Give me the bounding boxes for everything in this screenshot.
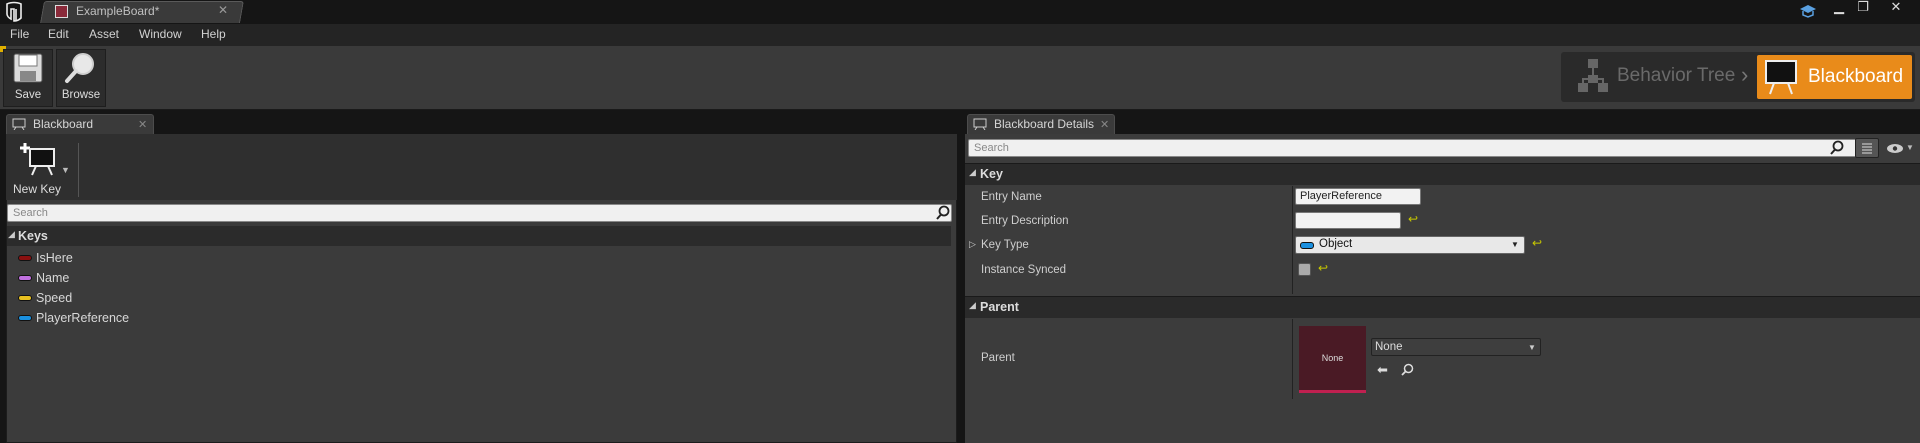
learn-icon[interactable]: [1799, 3, 1817, 19]
parent-column-divider: [1292, 319, 1293, 399]
menu-help[interactable]: Help: [201, 27, 226, 41]
menu-window[interactable]: Window: [139, 27, 182, 41]
keys-collapse-arrow-icon[interactable]: ◢: [8, 229, 15, 240]
blackboard-tab-close-icon[interactable]: ✕: [138, 118, 147, 131]
parent-label: Parent: [981, 352, 1015, 364]
object-type-icon: [1300, 242, 1314, 249]
reset-to-default-icon[interactable]: ↩: [1408, 212, 1418, 226]
save-label: Save: [14, 89, 42, 101]
document-tab-title: ExampleBoard*: [76, 4, 160, 18]
restore-button[interactable]: ❐: [1853, 0, 1873, 16]
key-item-name[interactable]: Name: [36, 271, 69, 285]
new-key-icon: [20, 143, 55, 176]
menu-bar: [0, 24, 1920, 46]
keys-header-label: Keys: [18, 229, 48, 243]
key-type-label: Key Type: [981, 239, 1029, 251]
parent-thumbnail-label: None: [1321, 353, 1344, 363]
instance-synced-reset-icon[interactable]: ↩: [1318, 261, 1328, 275]
mode-blackboard-label: Blackboard: [1808, 66, 1904, 87]
blackboard-tab-icon: [12, 118, 26, 130]
use-selected-arrow-icon[interactable]: ⬅: [1377, 362, 1388, 378]
list-view-icon: [1862, 143, 1872, 154]
new-key-label: New Key: [13, 182, 62, 196]
blackboard-mode-icon: [1765, 60, 1797, 95]
keys-category-header[interactable]: [7, 226, 951, 246]
key-category-label: Key: [980, 167, 1003, 181]
parent-category-collapse-icon[interactable]: ◢: [969, 300, 976, 311]
key-category-header[interactable]: [965, 163, 1920, 185]
minimize-button[interactable]: ▁: [1829, 0, 1849, 16]
mode-behavior-tree[interactable]: Behavior Tree: [1617, 65, 1735, 87]
details-search-input[interactable]: Search: [968, 139, 1868, 157]
key-type-dropdown-arrow-icon: ▼: [1511, 240, 1519, 249]
parent-category-label: Parent: [980, 300, 1019, 314]
behavior-tree-icon: [1578, 59, 1608, 92]
close-window-button[interactable]: ✕: [1886, 0, 1906, 16]
key-type-value: Object: [1319, 238, 1353, 250]
key-item-playerreference[interactable]: PlayerReference: [36, 311, 129, 325]
menu-asset[interactable]: Asset: [89, 27, 119, 41]
entry-name-label: Entry Name: [981, 191, 1042, 203]
toolbar-divider: [78, 143, 79, 197]
document-tab-close-icon[interactable]: ✕: [218, 3, 228, 17]
title-bar: [0, 0, 1920, 24]
blackboard-tab-label: Blackboard: [33, 117, 94, 131]
key-category-collapse-icon[interactable]: ◢: [969, 167, 976, 178]
key-type-expand-icon[interactable]: ▷: [969, 239, 976, 250]
menu-edit[interactable]: Edit: [48, 27, 69, 41]
key-type-object-icon: [18, 315, 32, 321]
unreal-logo-icon: [6, 1, 22, 22]
mode-separator-chevron-icon: ›: [1741, 62, 1749, 87]
parent-asset-value: None: [1375, 341, 1403, 353]
property-column-divider: [1292, 186, 1293, 294]
blackboard-toolbar: [6, 134, 957, 200]
key-type-reset-icon[interactable]: ↩: [1532, 236, 1542, 250]
details-tab-label: Blackboard Details: [994, 117, 1095, 131]
key-item-speed[interactable]: Speed: [36, 291, 72, 305]
search-icon: [936, 205, 950, 220]
keys-list: [7, 249, 951, 329]
entry-name-field[interactable]: PlayerReference: [1295, 188, 1421, 205]
parent-category-header[interactable]: [965, 296, 1920, 318]
instance-synced-label: Instance Synced: [981, 264, 1067, 276]
key-type-name-icon: [18, 275, 32, 281]
new-key-dropdown-arrow-icon[interactable]: ▼: [61, 165, 70, 175]
blackboard-search-input[interactable]: Search: [7, 204, 952, 222]
instance-synced-checkbox[interactable]: [1298, 263, 1311, 276]
view-options-arrow-icon[interactable]: ▼: [1906, 143, 1914, 152]
blackboard-asset-icon: [55, 5, 68, 18]
details-search-icon: [1830, 140, 1844, 155]
browse-magnifier-icon: [65, 53, 94, 83]
details-tab-icon: [973, 118, 987, 130]
entry-description-label: Entry Description: [981, 215, 1069, 227]
key-type-float-icon: [18, 295, 32, 301]
save-icon: [13, 53, 43, 83]
entry-description-field[interactable]: [1295, 212, 1401, 229]
browse-to-asset-icon[interactable]: [1401, 363, 1414, 376]
key-type-bool-icon: [18, 255, 32, 261]
menu-file[interactable]: File: [10, 27, 29, 41]
parent-dropdown-arrow-icon: ▼: [1528, 343, 1536, 352]
view-options-eye-icon[interactable]: [1886, 143, 1904, 154]
browse-label: Browse: [61, 89, 101, 101]
key-item-ishere[interactable]: IsHere: [36, 251, 73, 265]
details-tab-close-icon[interactable]: ✕: [1100, 118, 1109, 131]
